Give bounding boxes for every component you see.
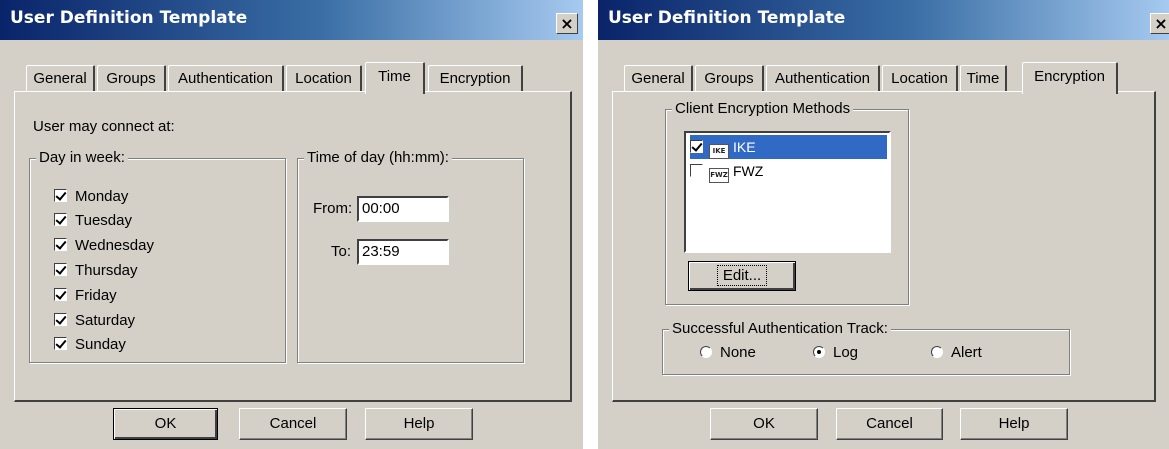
checkbox-icon[interactable]	[54, 263, 67, 276]
list-item-fwz[interactable]: FWZ FWZ	[690, 159, 887, 183]
radio-icon[interactable]	[700, 346, 712, 358]
day-checkbox-thursday[interactable]: Thursday	[54, 262, 138, 282]
tab-authentication[interactable]: Authentication	[766, 65, 880, 92]
fwz-icon: FWZ	[709, 168, 729, 183]
day-checkbox-monday[interactable]: Monday	[54, 188, 128, 208]
tab-groups[interactable]: Groups	[695, 65, 764, 92]
checkbox-icon[interactable]	[54, 189, 67, 202]
dialog-title: User Definition Template	[10, 8, 248, 28]
checkbox-icon[interactable]	[54, 337, 67, 350]
radio-icon[interactable]	[813, 346, 825, 358]
tab-time[interactable]: Time	[960, 65, 1007, 92]
edit-button[interactable]: Edit...	[688, 261, 796, 291]
checkbox-icon[interactable]	[54, 288, 67, 301]
checkbox-icon[interactable]	[690, 140, 703, 153]
successful-authentication-track-group: Successful Authentication Track: None Lo…	[662, 320, 1070, 375]
tab-authentication[interactable]: Authentication	[168, 65, 284, 92]
radio-none[interactable]: None	[700, 344, 756, 361]
cancel-button[interactable]: Cancel	[239, 408, 347, 440]
tab-general[interactable]: General	[624, 65, 693, 92]
encryption-methods-list[interactable]: IKE IKE FWZ FWZ	[684, 131, 891, 253]
ok-button[interactable]: OK	[113, 408, 218, 440]
client-encryption-methods-group: Client Encryption Methods IKE IKE FWZ FWZ …	[665, 100, 909, 305]
radio-alert[interactable]: Alert	[931, 344, 982, 361]
user-definition-dialog-time: User Definition Template × General Group…	[0, 0, 583, 449]
tab-strip: General Groups Authentication Location T…	[598, 62, 1169, 94]
user-definition-dialog-encryption: User Definition Template × General Group…	[598, 0, 1169, 449]
checkbox-icon[interactable]	[54, 238, 67, 251]
close-button[interactable]: ×	[556, 13, 578, 34]
tab-strip: General Groups Authentication Location T…	[0, 62, 583, 94]
encryption-tab-panel: Client Encryption Methods IKE IKE FWZ FWZ …	[612, 91, 1156, 402]
radio-log[interactable]: Log	[813, 344, 858, 361]
radio-icon[interactable]	[931, 346, 943, 358]
tab-encryption[interactable]: Encryption	[428, 65, 523, 92]
connect-label: User may connect at:	[33, 118, 175, 135]
day-in-week-legend: Day in week:	[36, 149, 128, 166]
successful-authentication-track-legend: Successful Authentication Track:	[669, 320, 891, 337]
day-checkbox-wednesday[interactable]: Wednesday	[54, 237, 154, 257]
help-button[interactable]: Help	[365, 408, 473, 440]
day-checkbox-saturday[interactable]: Saturday	[54, 312, 135, 332]
checkbox-icon[interactable]	[54, 313, 67, 326]
day-checkbox-sunday[interactable]: Sunday	[54, 336, 126, 356]
tab-location[interactable]: Location	[286, 65, 362, 92]
day-checkbox-tuesday[interactable]: Tuesday	[54, 212, 132, 232]
ok-button[interactable]: OK	[710, 408, 818, 440]
client-encryption-methods-legend: Client Encryption Methods	[672, 100, 854, 117]
time-of-day-legend: Time of day (hh:mm):	[304, 149, 452, 166]
tab-encryption[interactable]: Encryption	[1022, 62, 1118, 94]
day-in-week-group: Day in week: Monday Tuesday Wednesday Th…	[29, 149, 286, 363]
dialog-title: User Definition Template	[608, 8, 846, 28]
close-button[interactable]: ×	[1150, 13, 1169, 34]
time-of-day-group: Time of day (hh:mm): From: 00:00 To: 23:…	[297, 149, 524, 363]
help-button[interactable]: Help	[960, 408, 1068, 440]
from-label: From:	[313, 200, 353, 217]
to-label: To:	[331, 243, 352, 260]
day-checkbox-friday[interactable]: Friday	[54, 287, 117, 307]
from-time-input[interactable]: 00:00	[357, 196, 449, 222]
title-bar: User Definition Template ×	[0, 0, 583, 40]
title-bar: User Definition Template ×	[598, 0, 1169, 40]
checkbox-icon[interactable]	[690, 164, 703, 177]
to-time-input[interactable]: 23:59	[357, 239, 449, 265]
checkbox-icon[interactable]	[54, 213, 67, 226]
list-item-ike[interactable]: IKE IKE	[690, 135, 887, 159]
tab-location[interactable]: Location	[882, 65, 958, 92]
tab-groups[interactable]: Groups	[97, 65, 166, 92]
tab-time[interactable]: Time	[365, 62, 425, 94]
ike-icon: IKE	[709, 144, 729, 159]
time-tab-panel: User may connect at: Day in week: Monday…	[14, 91, 572, 402]
tab-general[interactable]: General	[26, 65, 95, 92]
cancel-button[interactable]: Cancel	[836, 408, 943, 440]
